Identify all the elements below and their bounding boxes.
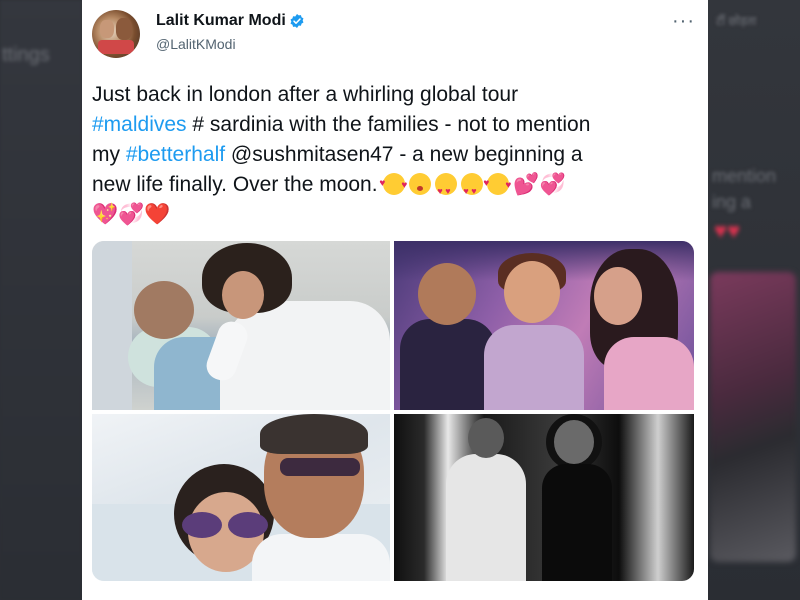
tweet-text: Just back in london after a whirling glo…: [92, 80, 696, 230]
photo-2-woman-head: [504, 261, 560, 323]
tweet-line-4: new life finally. Over the moon. 💕💞: [92, 169, 696, 206]
background-photo: [710, 272, 796, 562]
photo-2[interactable]: [394, 241, 694, 410]
photo-3-man-hair: [260, 414, 368, 454]
author-name[interactable]: Lalit Kumar Modi: [156, 12, 286, 30]
photo-1[interactable]: [92, 241, 390, 410]
avatar-figure-2: [116, 18, 132, 40]
verified-badge-icon: [290, 14, 304, 28]
photo-2-man-head: [418, 263, 476, 325]
background-hearts: ♥♥: [714, 218, 741, 243]
background-ghost-text-a: र्टी छोड़ता: [716, 14, 757, 28]
photo-4-man-body: [446, 454, 526, 581]
face-blowing-kiss-icon: [409, 173, 432, 195]
photo-1-window: [92, 241, 132, 410]
avatar-figure-3: [98, 40, 134, 54]
tweet-line-4-text: new life finally. Over the moon.: [92, 173, 378, 196]
heart-eyes-icon: [435, 173, 458, 206]
hashtag-maldives-link[interactable]: #maldives: [92, 113, 187, 136]
photo-3[interactable]: [92, 414, 390, 581]
tweet-card: Lalit Kumar Modi @LalitKModi ··· Just ba…: [82, 0, 708, 600]
avatar-figure-1: [100, 20, 114, 38]
photo-1-man-head: [134, 281, 194, 339]
more-options-icon[interactable]: ···: [672, 10, 695, 33]
author-handle[interactable]: @LalitKModi: [156, 36, 236, 52]
tweet-line-3-text: @sushmitasen47 - a new beginning a: [225, 143, 583, 166]
photo-2-suit: [400, 319, 496, 410]
smiling-face-with-hearts-icon: [483, 169, 511, 201]
tweet-line-5-hearts: 💖💞❤️: [92, 203, 171, 226]
tweet-line-2-text: # sardinia with the families - not to me…: [186, 113, 591, 136]
photo-3-lens-right: [228, 512, 268, 538]
background-right-panel: र्टी छोड़ता mention ing a ♥♥: [708, 0, 800, 600]
smiling-face-with-hearts-icon: [379, 169, 407, 201]
photo-2-second-face: [594, 267, 642, 325]
photo-3-sunglasses: [182, 512, 270, 538]
photo-4[interactable]: [394, 414, 694, 581]
photo-grid: [92, 241, 694, 581]
tweet-line-3-prefix: my: [92, 143, 126, 166]
background-settings-text: ttings: [2, 44, 50, 66]
photo-4-woman-body: [542, 464, 612, 581]
photo-1-woman-face: [222, 271, 264, 319]
tweet-line-2: #maldives # sardinia with the families -…: [92, 110, 696, 140]
avatar[interactable]: [92, 10, 140, 58]
tweet-line-1: Just back in london after a whirling glo…: [92, 83, 519, 106]
background-ghost-text-c: ing a: [712, 192, 752, 212]
heart-eyes-icon: [461, 173, 484, 206]
revolving-hearts-icon: 💞: [539, 173, 566, 196]
photo-3-shirt: [252, 534, 390, 581]
photo-3-man-glasses: [280, 458, 360, 476]
photo-2-woman-top: [484, 325, 584, 410]
photo-4-woman-head: [554, 420, 594, 464]
background-left-panel: ttings: [0, 0, 82, 600]
photo-2-second-top: [604, 337, 694, 410]
background-ghost-text-b: mention: [712, 166, 777, 186]
emoji-row: 💕💞: [379, 169, 566, 206]
two-hearts-icon: 💕: [513, 173, 540, 196]
tweet-line-3: my #betterhalf @sushmitasen47 - a new be…: [92, 140, 696, 170]
hashtag-betterhalf-link[interactable]: #betterhalf: [126, 143, 225, 166]
photo-3-lens-left: [182, 512, 222, 538]
photo-4-man-head: [468, 418, 504, 458]
